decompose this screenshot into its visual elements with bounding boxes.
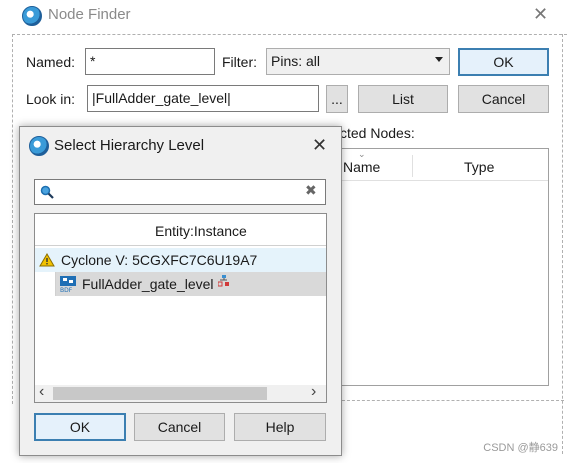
cancel-button[interactable]: Cancel [458,85,549,113]
hierarchy-tree[interactable]: Entity:Instance Cyclone V: 5CGXFC7C6U19A… [34,213,327,403]
chevron-down-icon [435,57,443,62]
bdf-file-icon: BDF [60,276,76,293]
list-button[interactable]: List [358,85,448,113]
filter-select[interactable]: Pins: all [266,48,450,75]
window-frame-top [12,34,567,35]
lookin-input[interactable]: |FullAdder_gate_level| [87,85,319,112]
window-frame-left [12,34,13,404]
column-name[interactable]: Name [343,159,380,175]
tree-row-label: Cyclone V: 5CGXFC7C6U19A7 [61,252,258,268]
scroll-thumb[interactable] [53,387,267,400]
browse-button[interactable]: ... [326,85,348,113]
scroll-right-icon[interactable]: › [311,383,316,401]
sort-chevron-icon: ⌄ [358,149,366,159]
named-input[interactable]: * [85,48,215,75]
lookin-label: Look in: [26,91,76,107]
window-title: Node Finder [48,6,131,23]
ok-button[interactable]: OK [458,48,549,76]
named-label: Named: [26,54,76,70]
select-hierarchy-dialog: Select Hierarchy Level ✕ ✖ Entity:Instan… [19,126,342,456]
column-type[interactable]: Type [464,159,494,175]
tree-row-label: FullAdder_gate_level [82,276,214,292]
dialog-help-button[interactable]: Help [234,413,326,441]
filter-label: Filter: [222,54,257,70]
tree-row-fulladder[interactable]: BDF FullAdder_gate_level [35,272,326,296]
quartus-app-icon [22,6,42,26]
window-frame-right [562,34,563,454]
window-frame-bottom [342,400,564,401]
watermark: CSDN @静639 [483,442,558,454]
tree-header: Entity:Instance [35,214,326,246]
quartus-app-icon [29,136,49,156]
dialog-ok-button[interactable]: OK [34,413,126,441]
dialog-close-icon[interactable]: ✕ [312,135,327,156]
filter-select-value: Pins: all [271,53,321,69]
selected-nodes-table[interactable]: Name Type ⌄ [330,148,549,386]
hierarchy-icon [217,275,229,287]
tree-indent [35,272,56,296]
dialog-title: Select Hierarchy Level [54,137,205,154]
tree-header-label[interactable]: Entity:Instance [155,223,247,239]
table-header: Name Type ⌄ [331,149,548,181]
scroll-left-icon[interactable]: ‹ [39,383,44,401]
selected-nodes-label: cted Nodes: [340,125,415,141]
svg-text:BDF: BDF [60,287,73,293]
tree-row-device[interactable]: Cyclone V: 5CGXFC7C6U19A7 [35,248,326,272]
column-divider [412,155,413,177]
clear-search-icon[interactable]: ✖ [305,182,317,199]
dialog-cancel-button[interactable]: Cancel [134,413,225,441]
tree-horizontal-scrollbar[interactable]: ‹ › [35,383,326,402]
window-close-icon[interactable]: ✕ [533,4,548,25]
device-warning-icon [39,253,55,267]
search-icon [40,185,54,199]
search-input[interactable]: ✖ [34,179,326,205]
